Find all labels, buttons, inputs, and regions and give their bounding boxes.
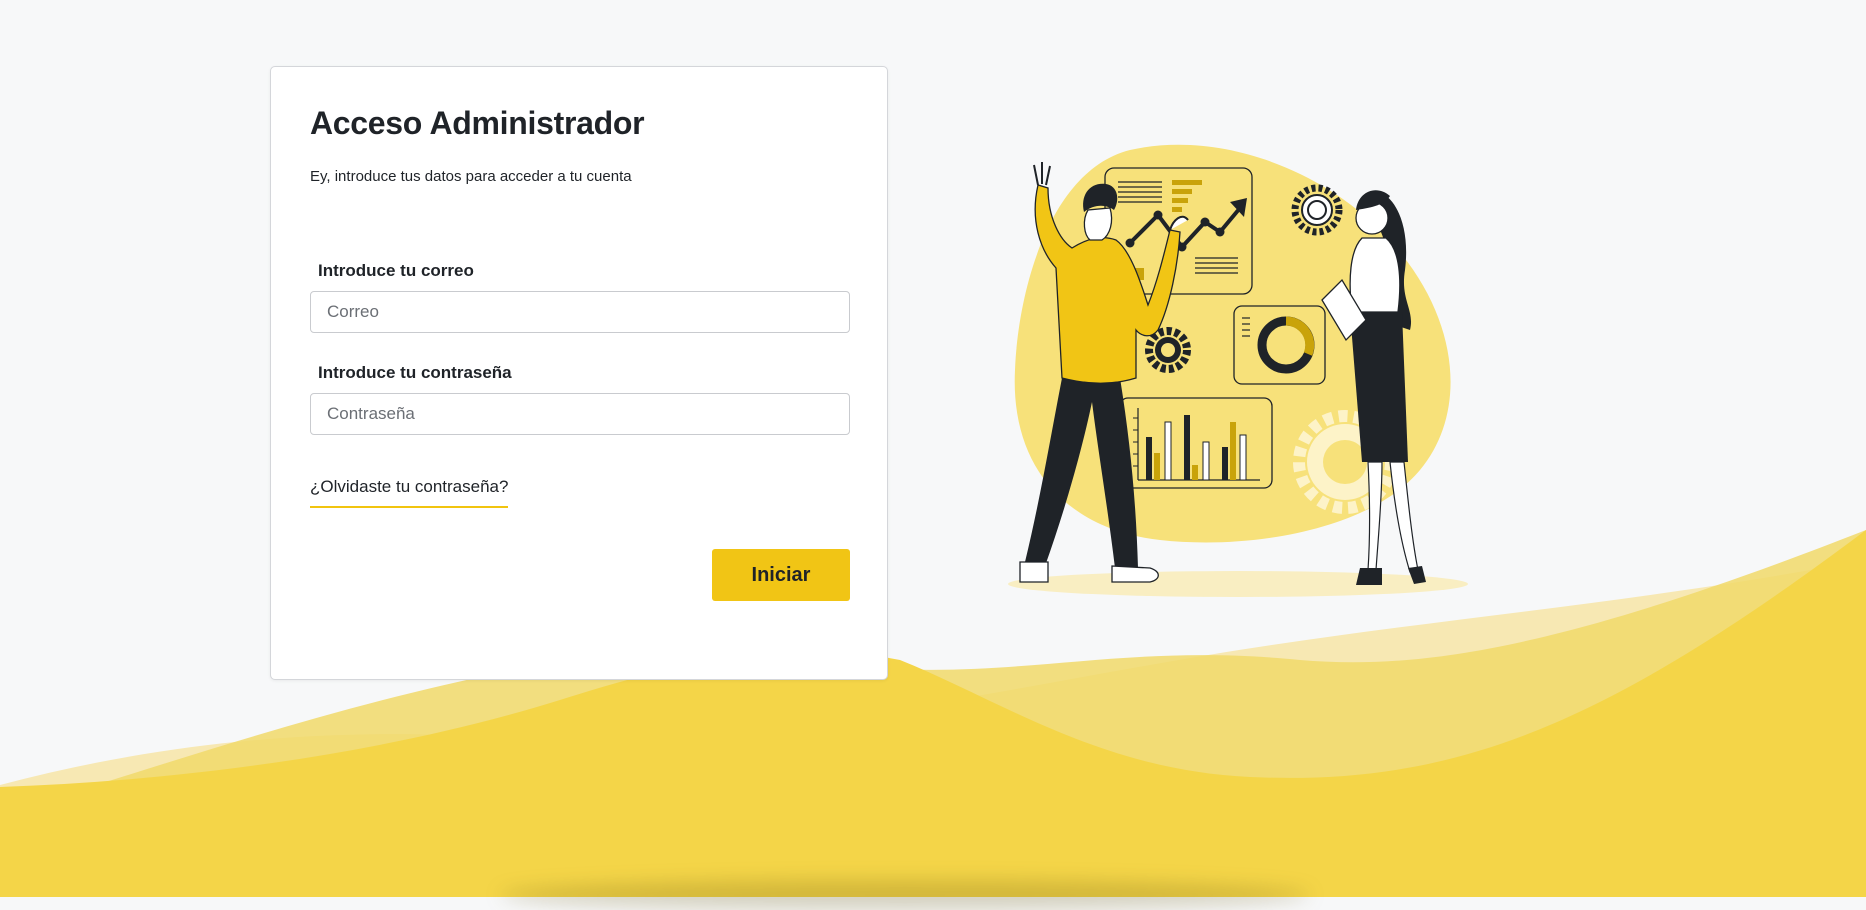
password-field[interactable] bbox=[310, 393, 850, 435]
forgot-password-link[interactable]: ¿Olvidaste tu contraseña? bbox=[310, 477, 509, 508]
gear-icon-top bbox=[1291, 184, 1343, 236]
login-card: Acceso Administrador Ey, introduce tus d… bbox=[270, 66, 888, 680]
donut-chart-panel bbox=[1233, 305, 1326, 385]
password-label: Introduce tu contraseña bbox=[318, 363, 512, 382]
floor-shadow bbox=[1008, 571, 1468, 597]
page-subtitle: Ey, introduce tus datos para acceder a t… bbox=[310, 168, 632, 185]
email-field[interactable] bbox=[310, 291, 850, 333]
business-team-analytics-illustration bbox=[1008, 144, 1468, 597]
bottom-shadow bbox=[500, 880, 1310, 910]
page-title: Acceso Administrador bbox=[310, 105, 645, 141]
login-button[interactable]: Iniciar bbox=[712, 549, 850, 601]
bar-chart-panel bbox=[1119, 397, 1273, 489]
email-label: Introduce tu correo bbox=[318, 261, 474, 280]
